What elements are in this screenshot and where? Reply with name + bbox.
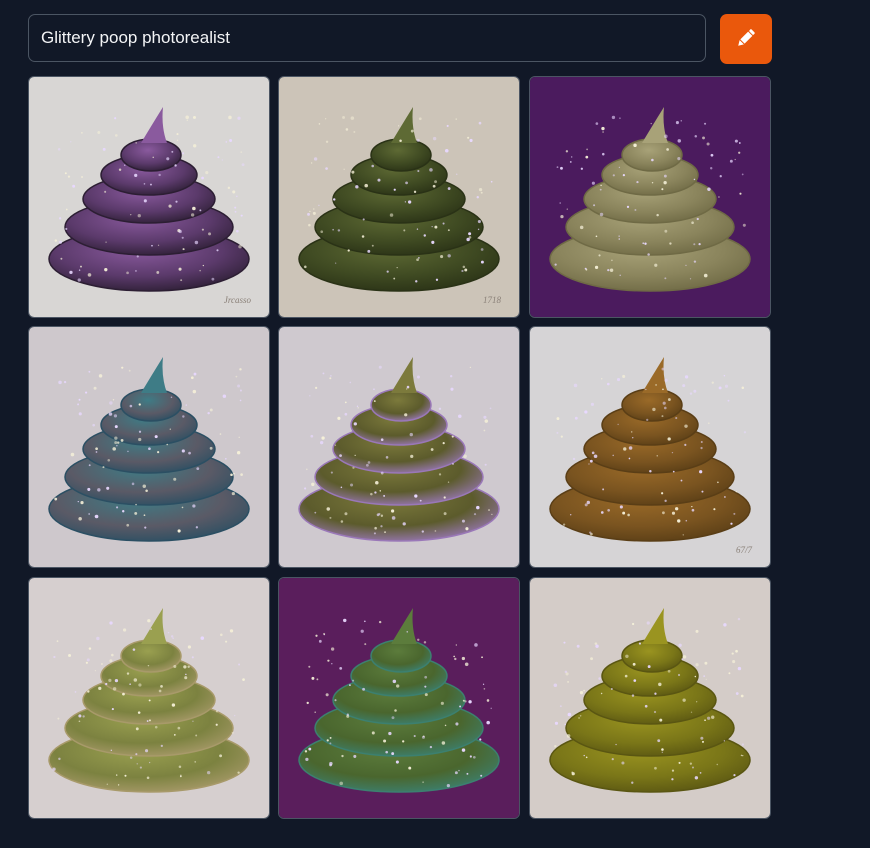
result-image-8[interactable] bbox=[278, 577, 520, 819]
result-image-2[interactable]: 1718 bbox=[278, 76, 520, 318]
generate-button[interactable] bbox=[720, 14, 772, 64]
result-image-9[interactable] bbox=[529, 577, 771, 819]
generated-image: Jrcasso bbox=[29, 77, 269, 317]
generated-image: 67/7 bbox=[530, 327, 770, 567]
result-image-7[interactable] bbox=[28, 577, 270, 819]
result-image-5[interactable] bbox=[278, 326, 520, 568]
generated-image bbox=[29, 327, 269, 567]
results-grid: Jrcasso 1718 67/7 bbox=[28, 76, 772, 820]
result-image-1[interactable]: Jrcasso bbox=[28, 76, 270, 318]
prompt-bar: Glittery poop photorealist bbox=[28, 14, 772, 64]
generated-image bbox=[29, 578, 269, 818]
image-signature: 1718 bbox=[483, 295, 502, 305]
pencil-icon bbox=[733, 25, 759, 54]
prompt-input[interactable]: Glittery poop photorealist bbox=[28, 14, 706, 62]
generated-image: 1718 bbox=[279, 77, 519, 317]
generated-image bbox=[530, 578, 770, 818]
result-image-4[interactable] bbox=[28, 326, 270, 568]
generated-image bbox=[279, 327, 519, 567]
generated-image bbox=[530, 77, 770, 317]
image-signature: 67/7 bbox=[736, 545, 753, 555]
image-signature: Jrcasso bbox=[224, 295, 252, 305]
result-image-3[interactable] bbox=[529, 76, 771, 318]
generated-image bbox=[279, 578, 519, 818]
result-image-6[interactable]: 67/7 bbox=[529, 326, 771, 568]
